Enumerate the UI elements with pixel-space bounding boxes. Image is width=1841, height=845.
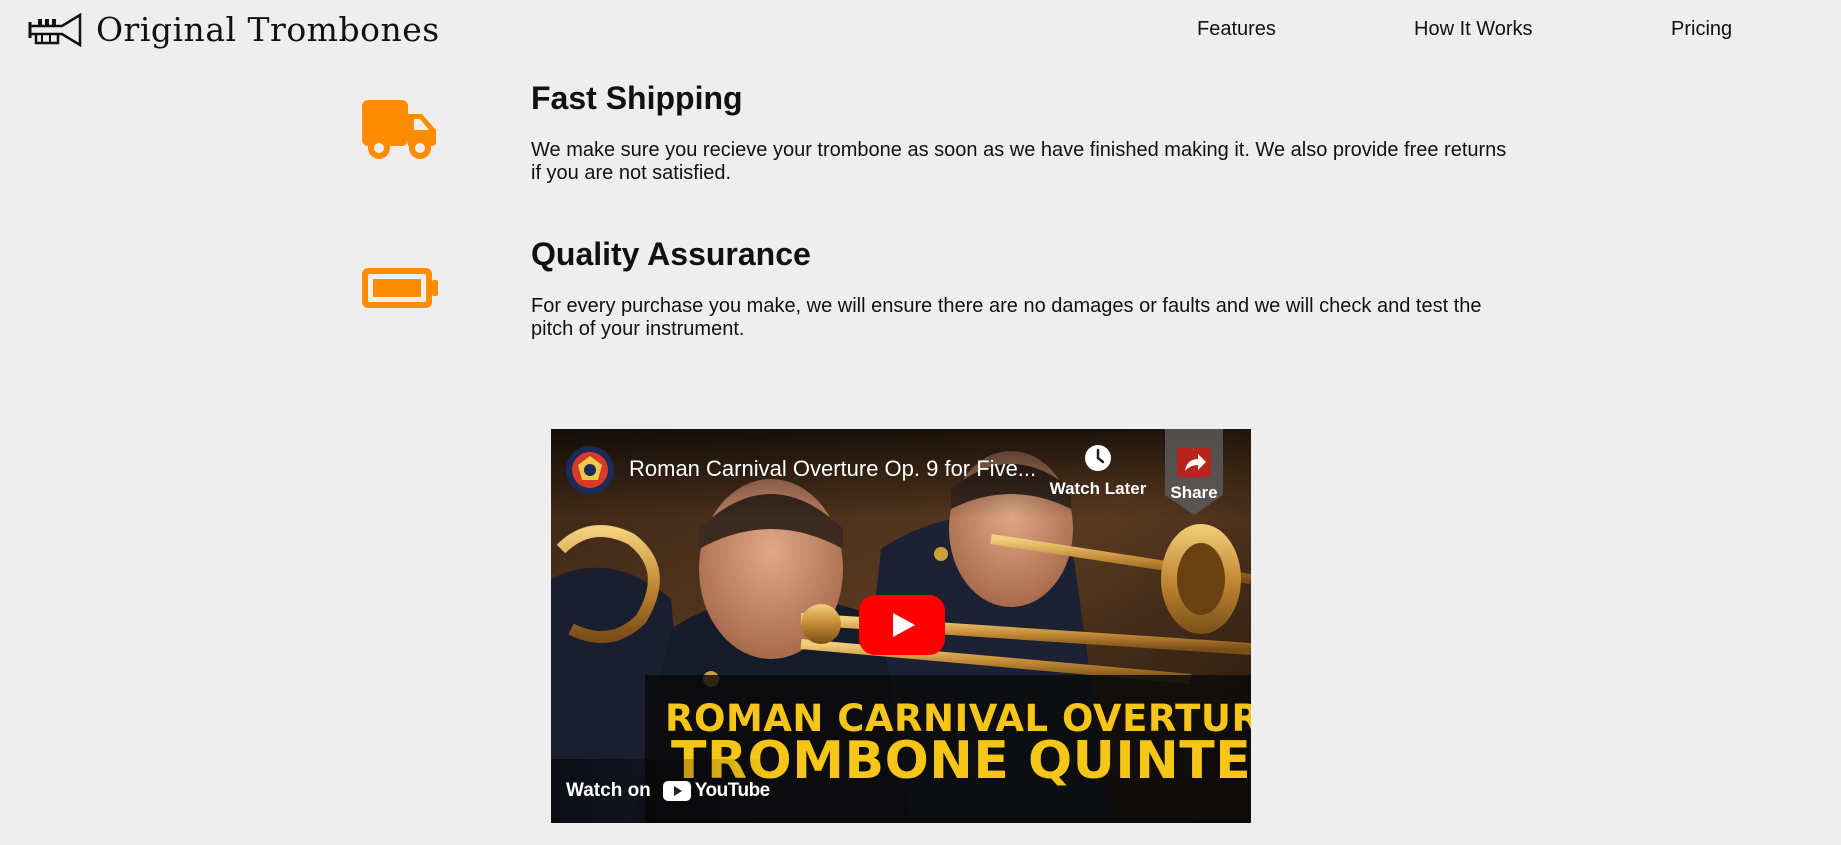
truck-icon (362, 100, 436, 159)
watch-later-label: Watch Later (1049, 479, 1147, 498)
brand-logo[interactable]: Original Trombones (28, 12, 440, 48)
feature-title: Fast Shipping (531, 80, 743, 116)
play-icon[interactable] (859, 595, 945, 655)
nav-link-features[interactable]: Features (1197, 18, 1276, 41)
watch-on-label: Watch on (566, 780, 651, 801)
feature-description: We make sure you recieve your trombone a… (531, 139, 1507, 184)
brand-name: Original Trombones (96, 10, 440, 49)
video-title[interactable]: Roman Carnival Overture Op. 9 for Five..… (629, 456, 1049, 482)
youtube-logo-icon (662, 781, 691, 801)
nav-link-pricing[interactable]: Pricing (1671, 18, 1732, 41)
watch-on-youtube-link[interactable]: Watch on YouTube (551, 759, 771, 823)
feature-title: Quality Assurance (531, 236, 811, 272)
site-header: Original Trombones Features How It Works… (0, 0, 1841, 60)
youtube-logo-text: YouTube (694, 780, 770, 801)
share-button[interactable]: Share (1165, 429, 1223, 515)
watch-later-button[interactable]: Watch Later (1043, 443, 1153, 499)
share-label: Share (1170, 483, 1218, 502)
youtube-video-embed[interactable]: Roman Carnival Overture Op. 9 for Five..… (551, 429, 1251, 823)
trumpet-icon (28, 12, 82, 48)
battery-icon (362, 268, 438, 308)
youtube-logo: YouTube (662, 780, 770, 802)
feature-description: For every purchase you make, we will ens… (531, 295, 1482, 340)
share-arrow-icon (1177, 447, 1211, 477)
nav-link-how-it-works[interactable]: How It Works (1414, 18, 1533, 41)
clock-icon (1085, 445, 1111, 471)
channel-avatar[interactable] (565, 445, 615, 495)
